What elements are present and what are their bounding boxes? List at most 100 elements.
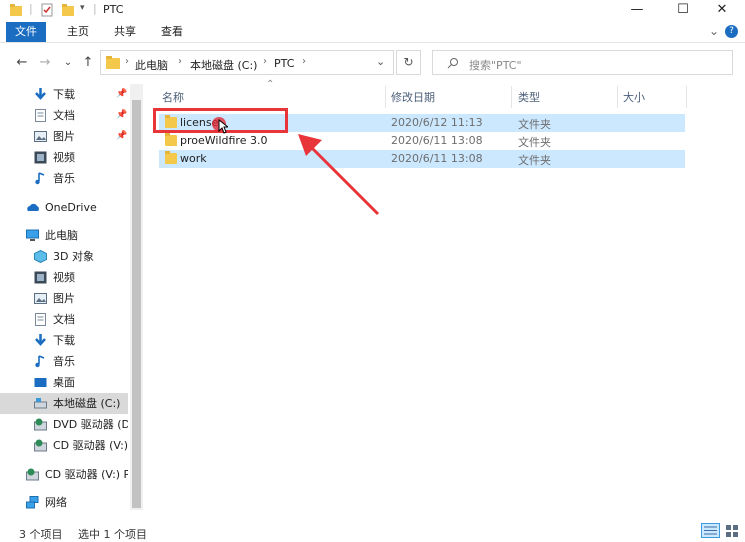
- file-modified: 2020/6/11 13:08: [391, 134, 483, 147]
- sidebar-item-label: 音乐: [53, 355, 75, 368]
- column-header-size[interactable]: 大小: [623, 88, 645, 108]
- local-disk-icon: [34, 398, 47, 409]
- tab-share[interactable]: 共享: [104, 22, 146, 42]
- close-button[interactable]: ✕: [699, 0, 745, 20]
- up-button[interactable]: ↑: [80, 55, 96, 71]
- sidebar-item-cd-drive[interactable]: CD 驱动器 (V:) I: [0, 435, 128, 456]
- music-icon: [35, 172, 45, 185]
- large-icons-view-icon[interactable]: [724, 523, 740, 538]
- file-modified: 2020/6/12 11:13: [391, 116, 483, 129]
- address-dropdown-icon[interactable]: ⌄: [376, 55, 385, 68]
- column-header-type[interactable]: 类型: [518, 88, 540, 108]
- sidebar-item-label: CD 驱动器 (V:) I: [53, 439, 128, 452]
- column-divider[interactable]: [617, 86, 618, 108]
- tab-file[interactable]: 文件: [6, 22, 46, 42]
- video-icon: [34, 271, 47, 284]
- sidebar-item-dvd-drive[interactable]: DVD 驱动器 (D:: [0, 414, 128, 435]
- file-type: 文件夹: [518, 118, 551, 131]
- sidebar-item-label: OneDrive: [45, 201, 97, 214]
- sidebar-item-pictures-pc[interactable]: 图片: [0, 288, 128, 309]
- folder-icon: [106, 56, 120, 69]
- document-icon: [35, 109, 46, 122]
- dvd-drive-icon: [34, 418, 47, 431]
- sidebar-scrollbar-thumb[interactable]: [132, 100, 141, 508]
- breadcrumb-ptc[interactable]: PTC: [274, 57, 294, 70]
- sidebar-item-onedrive[interactable]: OneDrive: [0, 197, 128, 218]
- pin-icon[interactable]: 📌: [116, 126, 127, 147]
- breadcrumb-separator-icon: ›: [125, 56, 129, 67]
- sidebar-item-this-pc[interactable]: 此电脑: [0, 225, 128, 246]
- sidebar-item-desktop[interactable]: 桌面: [0, 372, 128, 393]
- forward-button[interactable]: →: [37, 55, 53, 71]
- sidebar-item-music-pc[interactable]: 音乐: [0, 351, 128, 372]
- help-icon[interactable]: ?: [725, 25, 738, 38]
- document-icon: [35, 313, 46, 326]
- sidebar-item-local-disk[interactable]: 本地磁盘 (C:): [0, 393, 128, 414]
- new-folder-icon[interactable]: [62, 3, 74, 17]
- file-type: 文件夹: [518, 136, 551, 149]
- sidebar-item-label: 视频: [53, 271, 75, 284]
- network-icon: [26, 496, 39, 509]
- file-name: proeWildfire 3.0: [180, 134, 268, 147]
- sidebar-item-music[interactable]: 音乐: [0, 168, 128, 189]
- column-divider[interactable]: [686, 86, 687, 108]
- column-divider[interactable]: [385, 86, 386, 108]
- folder-icon: [165, 151, 177, 164]
- sidebar-item-videos[interactable]: 视频: [0, 147, 128, 168]
- ribbon-tabs: 文件 主页 共享 查看 ⌄ ?: [0, 22, 745, 43]
- file-row-proewildfire[interactable]: proeWildfire 3.0 2020/6/11 13:08 文件夹: [159, 132, 685, 150]
- pin-icon[interactable]: 📌: [116, 84, 127, 105]
- breadcrumb-separator-icon: ›: [302, 56, 306, 67]
- sidebar-item-label: 图片: [53, 292, 75, 305]
- sidebar-item-cd-drive-root[interactable]: CD 驱动器 (V:) Pr: [0, 464, 128, 485]
- breadcrumb-this-pc[interactable]: 此电脑: [135, 57, 168, 73]
- sidebar-item-label: 下载: [53, 88, 75, 101]
- sidebar-item-label: 视频: [53, 151, 75, 164]
- cd-drive-icon: [26, 468, 39, 481]
- onedrive-icon: [27, 203, 39, 211]
- expand-ribbon-icon[interactable]: ⌄: [709, 24, 719, 38]
- address-bar[interactable]: › 此电脑 › 本地磁盘 (C:) › PTC › ⌄: [100, 50, 394, 75]
- details-view-icon[interactable]: [701, 523, 720, 538]
- customize-toolbar-icon[interactable]: ▾: [80, 3, 85, 13]
- properties-icon[interactable]: [41, 3, 53, 17]
- sidebar-item-documents-pc[interactable]: 文档: [0, 309, 128, 330]
- search-placeholder: 搜索"PTC": [469, 59, 522, 72]
- recent-locations-button[interactable]: ⌄: [60, 55, 76, 71]
- this-pc-icon: [26, 229, 39, 241]
- pin-icon[interactable]: 📌: [116, 105, 127, 126]
- refresh-button[interactable]: ↻: [396, 50, 421, 75]
- tab-home[interactable]: 主页: [57, 22, 99, 42]
- file-row-work[interactable]: work 2020/6/11 13:08 文件夹: [159, 150, 685, 168]
- minimize-button[interactable]: —: [614, 0, 660, 20]
- sidebar-item-downloads-pc[interactable]: 下载: [0, 330, 128, 351]
- desktop-icon: [34, 378, 47, 387]
- sidebar-item-label: 3D 对象: [53, 250, 94, 263]
- sidebar-item-pictures[interactable]: 图片 📌: [0, 126, 128, 147]
- tab-view[interactable]: 查看: [151, 22, 193, 42]
- mouse-cursor-icon: [218, 119, 228, 134]
- sidebar-item-label: 下载: [53, 334, 75, 347]
- column-header-modified[interactable]: 修改日期: [391, 88, 435, 108]
- sidebar-item-label: CD 驱动器 (V:) Pr: [45, 468, 128, 481]
- column-header-name[interactable]: 名称: [162, 88, 184, 108]
- breadcrumb-local-disk[interactable]: 本地磁盘 (C:): [190, 57, 257, 73]
- sort-indicator-icon: ⌃: [266, 79, 275, 90]
- file-modified: 2020/6/11 13:08: [391, 152, 483, 165]
- window-title: PTC: [103, 3, 124, 16]
- folder-icon[interactable]: [10, 3, 22, 17]
- sidebar-item-downloads[interactable]: 下载 📌: [0, 84, 128, 105]
- sidebar-item-label: 图片: [53, 130, 75, 143]
- toolbar-divider: |: [29, 2, 33, 15]
- sidebar-item-label: 音乐: [53, 172, 75, 185]
- search-box[interactable]: 搜索"PTC": [432, 50, 733, 75]
- back-button[interactable]: ←: [14, 55, 30, 71]
- column-divider[interactable]: [511, 86, 512, 108]
- sidebar-item-network[interactable]: 网络: [0, 492, 128, 513]
- sidebar-item-label: 文档: [53, 313, 75, 326]
- sidebar-item-videos-pc[interactable]: 视频: [0, 267, 128, 288]
- sidebar-item-documents[interactable]: 文档 📌: [0, 105, 128, 126]
- picture-icon: [34, 131, 47, 142]
- sidebar-item-3d-objects[interactable]: 3D 对象: [0, 246, 128, 267]
- file-name: work: [180, 152, 207, 165]
